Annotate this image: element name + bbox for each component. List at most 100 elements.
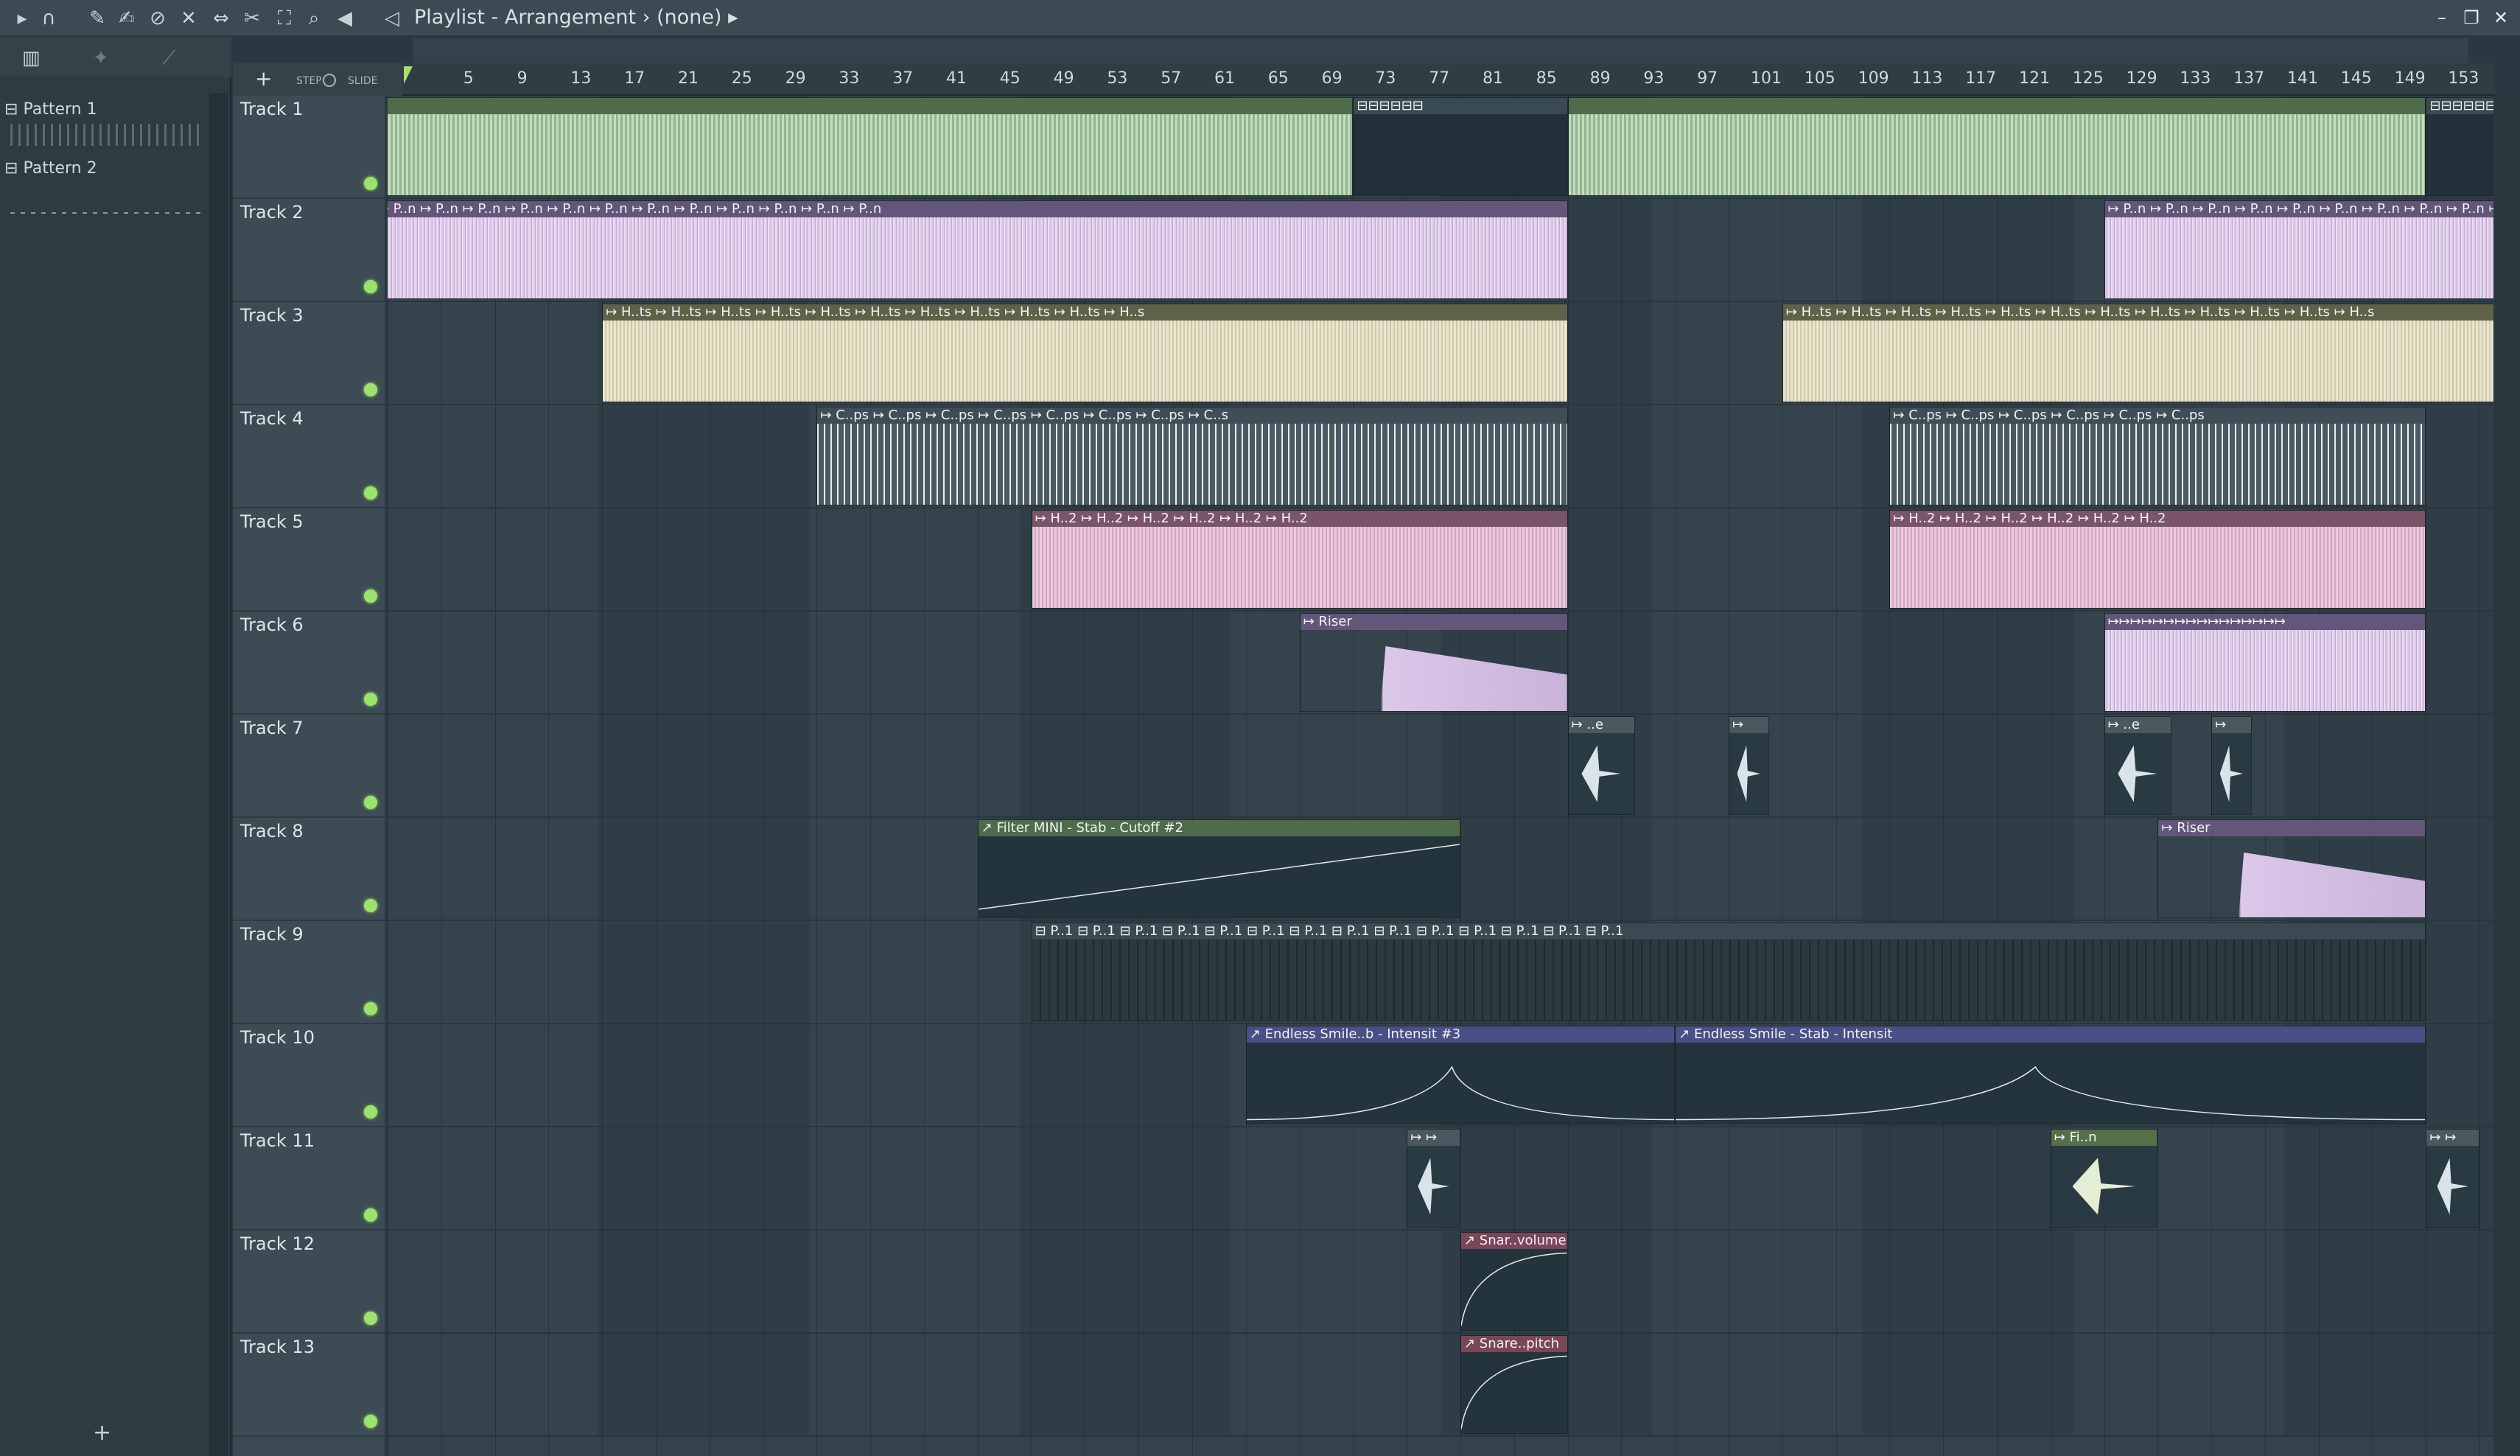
playlist-clip[interactable] (388, 97, 1354, 196)
track-header[interactable]: Track 10 (233, 1024, 385, 1127)
playlist-clip[interactable]: ↦ ↦ (2426, 1129, 2480, 1228)
clip-body (1568, 114, 2426, 195)
track-header[interactable]: Track 2 (233, 199, 385, 302)
playlist-clip[interactable]: ↦↦↦↦↦↦↦↦↦↦↦↦↦↦↦↦ (2104, 613, 2426, 712)
ruler-bar-number: 53 (1107, 69, 1128, 88)
playlist-clip[interactable]: ↦ Riser (2157, 819, 2426, 918)
playlist-clip[interactable]: ↦ H..ts ↦ H..ts ↦ H..ts ↦ H..ts ↦ H..ts … (602, 304, 1568, 402)
playlist-clip[interactable]: ↗ Endless Smile - Stab - Intensit (1675, 1026, 2426, 1124)
browser-scrollbar[interactable] (209, 93, 228, 1456)
playlist-clip[interactable]: ↗ Snare..pitch (1460, 1335, 1568, 1434)
playlist-clip[interactable]: ↦ ..e (1567, 716, 1635, 815)
selection-label[interactable]: (none) (657, 6, 721, 29)
track-mute-led[interactable] (364, 280, 377, 293)
track-header[interactable]: Track 3 (233, 302, 385, 405)
mute-icon[interactable]: ✕ (177, 7, 200, 30)
playlist-clip[interactable]: ↗ Filter MINI - Stab - Cutoff #2 (977, 819, 1460, 918)
track-mute-led[interactable] (364, 899, 377, 912)
close-button[interactable]: ✕ (2488, 4, 2514, 31)
ruler-bar-number: 93 (1643, 69, 1665, 88)
playlist-clip[interactable]: ⊟⊟⊟⊟⊟⊟ (1353, 97, 1568, 196)
track-mute-led[interactable] (364, 1415, 377, 1428)
track-mute-led[interactable] (364, 1002, 377, 1015)
playlist-clip[interactable] (1567, 97, 2426, 196)
pattern-item-1[interactable]: ⊟ Pattern 1 (4, 100, 205, 119)
track-lane[interactable] (388, 1231, 2493, 1334)
track-header[interactable]: Track 11 (233, 1127, 385, 1231)
playhead-marker[interactable] (404, 66, 413, 84)
track-header[interactable]: Track 5 (233, 508, 385, 612)
playlist-clip[interactable]: ↦ (1729, 716, 1769, 815)
track-mute-led[interactable] (364, 796, 377, 809)
piano-icon[interactable]: ▥ (22, 47, 41, 69)
clip-label: ↦ C..ps ↦ C..ps ↦ C..ps ↦ C..ps ↦ C..ps … (1890, 407, 2426, 424)
magnet-icon[interactable]: ∩ (37, 7, 60, 30)
arrangement-overview[interactable] (413, 38, 2468, 63)
playlist-clip[interactable]: ↦ C..ps ↦ C..ps ↦ C..ps ↦ C..ps ↦ C..ps … (1889, 407, 2426, 505)
selection-arrow[interactable]: ▸ (728, 6, 738, 29)
minimize-button[interactable]: – (2429, 4, 2455, 31)
track-lane[interactable] (388, 1334, 2493, 1437)
delete-icon[interactable]: ⊘ (146, 7, 169, 30)
track-header[interactable]: Track 1 (233, 96, 385, 199)
playlist-clip[interactable]: ↦ H..2 ↦ H..2 ↦ H..2 ↦ H..2 ↦ H..2 ↦ H..… (1889, 510, 2426, 609)
zoom-icon[interactable]: ⌕ (302, 7, 326, 30)
track-header[interactable]: Track 13 (233, 1334, 385, 1437)
playlist-clip[interactable]: ↦ P..n ↦ P..n ↦ P..n ↦ P..n ↦ P..n ↦ P..… (388, 200, 1568, 299)
playlist-clip[interactable]: ↗ Snar..volume (1460, 1232, 1568, 1331)
track-header[interactable]: Track 12 (233, 1231, 385, 1334)
track-mute-led[interactable] (364, 177, 377, 190)
playlist-clip[interactable]: ↦ ↦ (1407, 1129, 1460, 1228)
playlist-clip[interactable]: ↦ Riser (1299, 613, 1568, 712)
speaker-icon[interactable]: ◁ (380, 7, 404, 30)
play-arrow-icon[interactable]: ▸ (10, 7, 34, 30)
slice-icon[interactable]: ✂ (240, 7, 264, 30)
track-mute-led[interactable] (364, 1105, 377, 1119)
ruler-bar-number: 101 (1751, 69, 1782, 88)
clip-body (978, 836, 1460, 917)
pattern-item-2[interactable]: ⊟ Pattern 2 (4, 159, 205, 178)
track-header[interactable]: Track 7 (233, 715, 385, 818)
timeline-ruler[interactable]: 5 9 13 17 21 25 29 33 37 41 45 49 53 57 61 65 69 73 77 81 85… (402, 63, 2495, 96)
ruler-bar-number: 9 (517, 69, 528, 88)
automation-icon[interactable]: ⟋ (162, 47, 175, 70)
step-toggle[interactable] (323, 74, 336, 87)
track-mute-led[interactable] (364, 1208, 377, 1222)
ruler-bar-number: 81 (1483, 69, 1503, 88)
pencil-icon[interactable]: ✎ (85, 7, 109, 30)
track-header[interactable]: Track 8 (233, 818, 385, 921)
playback-icon[interactable]: ◀ (333, 7, 357, 30)
clip-label: ↦ ↦ (2426, 1130, 2479, 1146)
track-lane[interactable] (388, 715, 2493, 818)
track-header[interactable]: Track 9 (233, 921, 385, 1024)
track-mute-led[interactable] (364, 693, 377, 706)
waveform-icon[interactable]: ✦ (93, 47, 109, 69)
playlist-clip[interactable]: ↦ (2211, 716, 2252, 815)
playlist-clip[interactable]: ↦ H..2 ↦ H..2 ↦ H..2 ↦ H..2 ↦ H..2 ↦ H..… (1031, 510, 1568, 609)
playlist-clip[interactable]: ↦ C..ps ↦ C..ps ↦ C..ps ↦ C..ps ↦ C..ps … (816, 407, 1568, 505)
playlist-clip[interactable]: ↦ H..ts ↦ H..ts ↦ H..ts ↦ H..ts ↦ H..ts … (1782, 304, 2493, 402)
playlist-clip[interactable]: ↗ Endless Smile..b - Intensit #3 (1245, 1026, 1676, 1124)
paint-icon[interactable]: ✍ (115, 7, 139, 30)
track-mute-led[interactable] (364, 486, 377, 500)
slip-icon[interactable]: ⇔ (209, 7, 233, 30)
restore-button[interactable]: ❐ (2458, 4, 2485, 31)
add-pattern-button[interactable]: + (93, 1420, 111, 1446)
arrangement-grid[interactable]: ⊟⊟⊟⊟⊟⊟ ⊟⊟⊟⊟⊟⊟ ↦ P..n ↦ P..n ↦ P..n ↦ P..n … (388, 96, 2493, 1456)
playlist-clip[interactable]: ⊟ P..1 ⊟ P..1 ⊟ P..1 ⊟ P..1 ⊟ P..1 ⊟ P..… (1031, 923, 2426, 1021)
select-icon[interactable]: ⛶ (273, 7, 296, 30)
track-mute-led[interactable] (364, 589, 377, 603)
track-mute-led[interactable] (364, 1312, 377, 1325)
playlist-clip[interactable]: ↦ ..e (2104, 716, 2171, 815)
track-header[interactable]: Track 4 (233, 405, 385, 508)
add-track-button[interactable]: + (255, 66, 272, 91)
vertical-scrollbar[interactable] (2495, 96, 2520, 1456)
ruler-bar-number: 57 (1161, 69, 1182, 88)
playlist-clip[interactable]: ↦ Fi..n (2050, 1129, 2158, 1228)
clip-body (2158, 853, 2426, 917)
track-header[interactable]: Track 6 (233, 612, 385, 715)
playlist-clip[interactable]: ↦ P..n ↦ P..n ↦ P..n ↦ P..n ↦ P..n ↦ P..… (2104, 200, 2493, 299)
playlist-clip[interactable]: ⊟⊟⊟⊟⊟⊟ (2426, 97, 2493, 196)
track-mute-led[interactable] (364, 383, 377, 396)
ruler-bar-number: 125 (2072, 69, 2104, 88)
